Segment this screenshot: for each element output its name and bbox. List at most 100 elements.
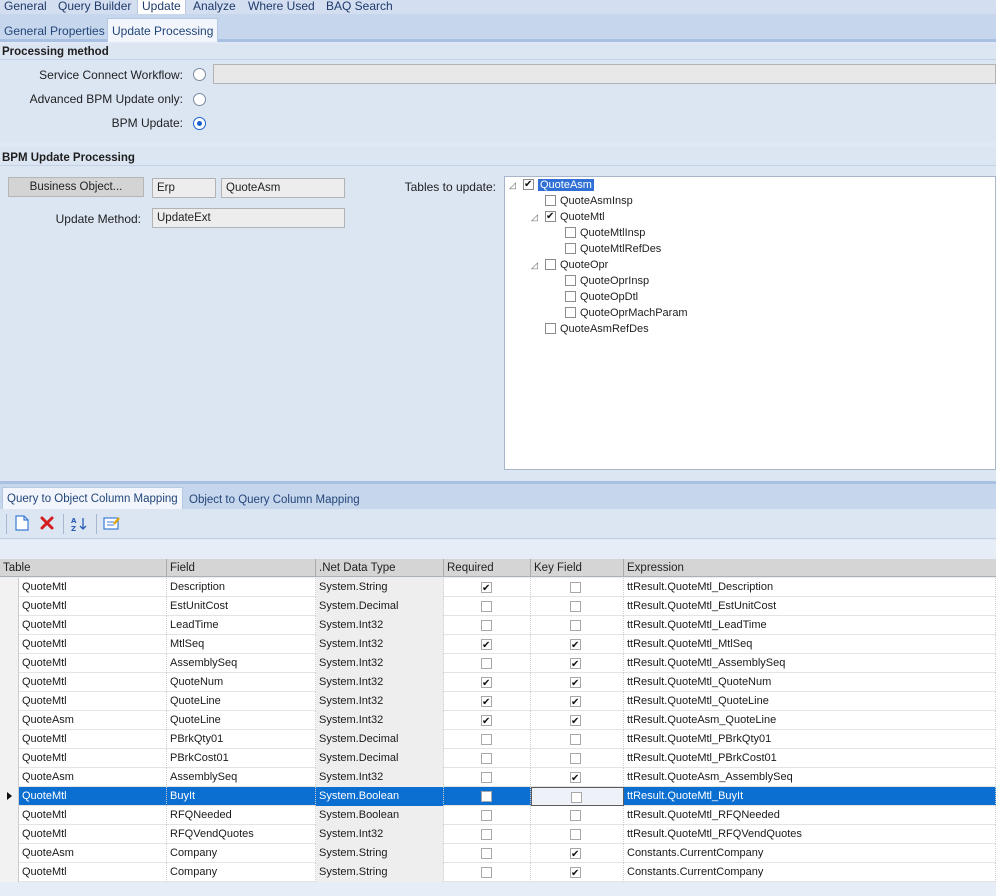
tab-general[interactable]: General [0, 0, 51, 14]
key-field-checkbox[interactable] [570, 582, 581, 593]
cell-field[interactable]: PBrkCost01 [167, 749, 316, 768]
cell-expression[interactable]: ttResult.QuoteMtl_RFQNeeded [624, 806, 996, 825]
required-checkbox[interactable] [481, 601, 492, 612]
cell-required[interactable] [444, 787, 531, 806]
cell-key-field[interactable] [531, 692, 624, 712]
cell-expression[interactable]: ttResult.QuoteMtl_PBrkQty01 [624, 730, 996, 749]
cell-key-field[interactable] [531, 654, 624, 674]
table-row[interactable]: QuoteMtlQuoteNumSystem.Int32 ttResult.Quo… [0, 673, 996, 693]
required-checkbox[interactable] [481, 772, 492, 783]
tree-node-quoteopdtl[interactable]: QuoteOpDtl [565, 290, 638, 305]
tree-node-quotemtlinsp[interactable]: QuoteMtlInsp [565, 226, 645, 241]
table-row[interactable]: QuoteMtl RFQVendQuotes System.Int32 ttResul… [0, 825, 996, 844]
row-selector[interactable] [0, 673, 19, 692]
delete-x-icon[interactable] [38, 515, 56, 533]
table-row[interactable]: QuoteMtlMtlSeqSystem.Int32 ttResult.Quote… [0, 635, 996, 655]
cell-net-data-type[interactable]: System.Decimal [316, 730, 444, 749]
key-field-checkbox[interactable] [570, 810, 581, 821]
tree-checkbox[interactable] [565, 275, 576, 286]
tables-to-update-tree[interactable]: ◿ QuoteAsm QuoteAsmInsp ◿ QuoteMtl QuoteMt… [504, 176, 996, 470]
header-key-field[interactable]: Key Field [531, 559, 624, 577]
bpm-update-radio[interactable] [193, 117, 206, 130]
cell-net-data-type[interactable]: System.Int32 [316, 654, 444, 673]
key-field-checkbox[interactable] [570, 620, 581, 631]
cell-field[interactable]: Company [167, 863, 316, 882]
cell-expression[interactable]: Constants.CurrentCompany [624, 844, 996, 863]
cell-table[interactable]: QuoteAsm [19, 711, 167, 730]
tree-node-quoteasminsp[interactable]: QuoteAsmInsp [545, 194, 633, 209]
cell-required[interactable] [444, 711, 531, 731]
cell-required[interactable] [444, 844, 531, 863]
cell-expression[interactable]: ttResult.QuoteAsm_AssemblySeq [624, 768, 996, 787]
cell-required[interactable] [444, 749, 531, 768]
row-selector[interactable] [0, 863, 19, 882]
header-expression[interactable]: Expression [624, 559, 996, 577]
table-row[interactable]: QuoteMtlAssemblySeqSystem.Int32 ttResult.… [0, 654, 996, 674]
cell-expression[interactable]: ttResult.QuoteMtl_EstUnitCost [624, 597, 996, 616]
cell-expression[interactable]: ttResult.QuoteMtl_Description [624, 578, 996, 597]
cell-required[interactable] [444, 863, 531, 882]
tree-node-label[interactable]: QuoteOpr [560, 259, 608, 271]
tree-node-label[interactable]: QuoteMtl [560, 211, 605, 223]
key-field-checkbox[interactable] [570, 637, 581, 655]
table-row[interactable]: QuoteAsmQuoteLineSystem.Int32 ttResult.Qu… [0, 711, 996, 731]
tree-node-label[interactable]: QuoteOprInsp [580, 275, 649, 287]
tree-node-label[interactable]: QuoteOprMachParam [580, 307, 688, 319]
row-selector[interactable] [0, 787, 19, 806]
key-field-checkbox[interactable] [570, 734, 581, 745]
tab-baq-search[interactable]: BAQ Search [322, 0, 397, 14]
collapse-arrow-icon[interactable]: ◿ [531, 210, 545, 225]
cell-key-field[interactable] [531, 863, 624, 883]
cell-required[interactable] [444, 673, 531, 693]
required-checkbox[interactable] [481, 713, 492, 731]
cell-field[interactable]: MtlSeq [167, 635, 316, 654]
tree-node-label[interactable]: QuoteAsmRefDes [560, 323, 649, 335]
row-selector[interactable] [0, 654, 19, 673]
cell-table[interactable]: QuoteMtl [19, 692, 167, 711]
new-document-icon[interactable] [13, 515, 31, 533]
required-checkbox[interactable] [481, 620, 492, 631]
cell-table[interactable]: QuoteAsm [19, 844, 167, 863]
cell-required[interactable] [444, 730, 531, 749]
tree-checkbox[interactable] [565, 307, 576, 318]
cell-required[interactable] [444, 616, 531, 635]
cell-key-field[interactable] [531, 597, 624, 616]
key-field-checkbox[interactable] [570, 675, 581, 693]
cell-net-data-type[interactable]: System.String [316, 863, 444, 882]
cell-net-data-type[interactable]: System.Int32 [316, 673, 444, 692]
tree-checkbox[interactable] [545, 209, 556, 224]
cell-table[interactable]: QuoteMtl [19, 730, 167, 749]
key-field-checkbox[interactable] [570, 770, 581, 788]
cell-field[interactable]: Description [167, 578, 316, 597]
cell-field[interactable]: QuoteNum [167, 673, 316, 692]
required-checkbox[interactable] [481, 810, 492, 821]
required-checkbox[interactable] [481, 580, 492, 598]
tree-checkbox[interactable] [565, 227, 576, 238]
table-row[interactable]: QuoteMtlCompanySystem.String Constants.Cu… [0, 863, 996, 883]
table-row[interactable]: QuoteMtlQuoteLineSystem.Int32 ttResult.Qu… [0, 692, 996, 712]
tree-node-quoteasm[interactable]: ◿ QuoteAsm [509, 177, 594, 193]
tree-node-quoteoprmachparam[interactable]: QuoteOprMachParam [565, 306, 688, 321]
table-row[interactable]: QuoteAsmAssemblySeqSystem.Int32 ttResult.… [0, 768, 996, 788]
cell-expression[interactable]: ttResult.QuoteAsm_QuoteLine [624, 711, 996, 730]
cell-table[interactable]: QuoteMtl [19, 825, 167, 844]
tree-checkbox[interactable] [545, 323, 556, 334]
key-field-checkbox[interactable] [570, 846, 581, 864]
cell-expression[interactable]: ttResult.QuoteMtl_LeadTime [624, 616, 996, 635]
tab-update[interactable]: Update [137, 0, 186, 14]
tree-checkbox[interactable] [545, 259, 556, 270]
cell-table[interactable]: QuoteMtl [19, 616, 167, 635]
cell-net-data-type[interactable]: System.Int32 [316, 825, 444, 844]
cell-table[interactable]: QuoteMtl [19, 673, 167, 692]
key-field-checkbox[interactable] [570, 656, 581, 674]
table-row[interactable]: QuoteMtl PBrkCost01 System.Decimal ttResult… [0, 749, 996, 768]
required-checkbox[interactable] [481, 829, 492, 840]
edit-icon[interactable] [103, 515, 121, 533]
row-selector[interactable] [0, 844, 19, 863]
cell-expression[interactable]: ttResult.QuoteMtl_PBrkCost01 [624, 749, 996, 768]
required-checkbox[interactable] [481, 658, 492, 669]
header-field[interactable]: Field [167, 559, 316, 577]
table-row[interactable]: QuoteMtl BuyIt System.Boolean ttResult.Quot… [0, 787, 996, 806]
cell-expression[interactable]: ttResult.QuoteMtl_MtlSeq [624, 635, 996, 654]
cell-net-data-type[interactable]: System.Int32 [316, 635, 444, 654]
